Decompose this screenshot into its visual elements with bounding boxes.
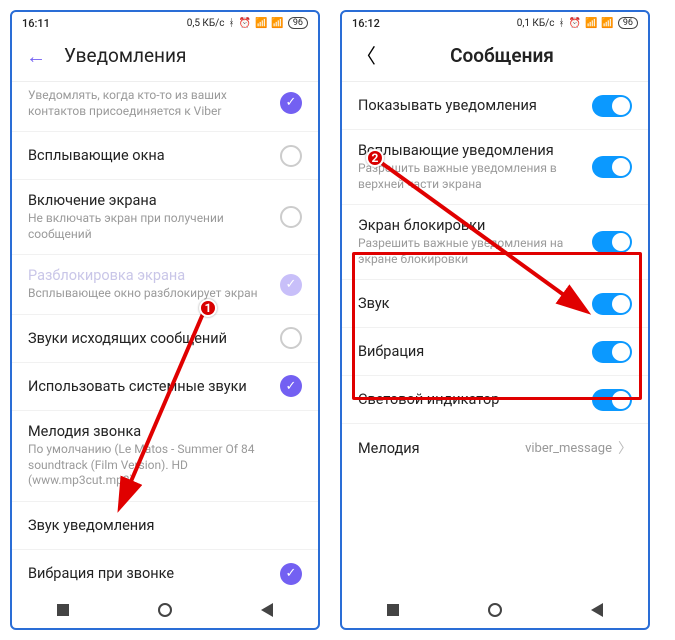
row-vibration[interactable]: Вибрация (342, 328, 648, 376)
row-sub: Не включать экран при получении сообщени… (28, 211, 270, 242)
checkbox-icon[interactable]: ✓ (280, 92, 302, 114)
row-popup-notifications[interactable]: Всплывающие уведомления Разрешить важные… (342, 130, 648, 205)
phone-left: 16:11 0,5 КБ/с ᚼ ⏰ 📶 📶 96 ← Уведомления … (10, 10, 320, 630)
settings-list: Показывать уведомления Всплывающие уведо… (342, 82, 648, 592)
row-sound[interactable]: Звук (342, 280, 648, 328)
battery-pill: 96 (288, 17, 308, 29)
checkbox-icon[interactable]: ✓ (280, 563, 302, 585)
row-melody[interactable]: Мелодия viber_message 〉 (342, 424, 648, 472)
toggle-switch[interactable] (592, 293, 632, 315)
wifi-icon: 📶 (271, 18, 283, 29)
status-time: 16:11 (22, 17, 50, 30)
row-sub: Разрешить важные уведомления на экране б… (358, 236, 582, 267)
row-title: Показывать уведомления (358, 97, 582, 114)
row-system-sounds[interactable]: Использовать системные звуки ✓ (12, 363, 318, 411)
recent-apps-icon[interactable] (387, 604, 399, 616)
row-sub: Всплывающее окно разблокирует экран (28, 286, 270, 302)
signal-icon: 📶 (255, 18, 267, 29)
checkbox-icon[interactable]: ✓ (280, 375, 302, 397)
settings-list: Уведомлять, когда кто-то из ваших контак… (12, 82, 318, 592)
toggle-switch[interactable] (592, 341, 632, 363)
status-time: 16:12 (352, 17, 380, 30)
phone-right: 16:12 0,1 КБ/с ᚼ ⏰ 📶 📶 96 〈 Сообщения По… (340, 10, 650, 630)
row-value: viber_message (525, 441, 612, 456)
toggle-switch[interactable] (592, 231, 632, 253)
home-icon[interactable] (158, 603, 172, 617)
row-notification-sound[interactable]: Звук уведомления (12, 502, 318, 550)
row-title: Включение экрана (28, 192, 270, 209)
row-title: Световой индикатор (358, 391, 582, 408)
row-title: Мелодия звонка (28, 423, 292, 440)
row-led[interactable]: Световой индикатор (342, 376, 648, 424)
row-sub: Уведомлять, когда кто-то из ваших контак… (28, 88, 270, 119)
home-icon[interactable] (488, 603, 502, 617)
row-title: Всплывающие окна (28, 147, 270, 164)
row-lockscreen[interactable]: Экран блокировки Разрешить важные уведом… (342, 205, 648, 280)
header: ← Уведомления (12, 34, 318, 82)
page-title: Уведомления (64, 44, 186, 67)
row-title: Всплывающие уведомления (358, 142, 582, 159)
row-unlock: Разблокировка экрана Всплывающее окно ра… (12, 255, 318, 315)
row-sub: По умолчанию (Le Matos - Summer Of 84 so… (28, 442, 292, 489)
header: 〈 Сообщения (342, 34, 648, 82)
back-nav-icon[interactable] (261, 603, 273, 617)
toggle-switch[interactable] (592, 156, 632, 178)
status-right: 0,5 КБ/с ᚼ ⏰ 📶 📶 96 (187, 17, 308, 29)
alarm-icon: ⏰ (569, 18, 581, 29)
row-title: Вибрация (358, 343, 582, 360)
checkbox-icon[interactable] (280, 327, 302, 349)
back-nav-icon[interactable] (591, 603, 603, 617)
row-title: Звук (358, 295, 582, 312)
alarm-icon: ⏰ (239, 18, 251, 29)
wifi-icon: 📶 (601, 18, 613, 29)
battery-pill: 96 (618, 17, 638, 29)
row-contact-joined[interactable]: Уведомлять, когда кто-то из ваших контак… (12, 82, 318, 132)
back-chevron-icon[interactable]: 〈 (356, 46, 380, 66)
recent-apps-icon[interactable] (57, 604, 69, 616)
row-title: Звуки исходящих сообщений (28, 330, 270, 347)
row-popups[interactable]: Всплывающие окна (12, 132, 318, 180)
page-title: Сообщения (394, 44, 610, 67)
row-outgoing-sounds[interactable]: Звуки исходящих сообщений (12, 315, 318, 363)
row-sub: Разрешить важные уведомления в верхней ч… (358, 161, 582, 192)
toggle-switch[interactable] (592, 95, 632, 117)
chevron-right-icon: 〉 (618, 438, 632, 458)
bluetooth-icon: ᚼ (229, 18, 235, 29)
row-title: Мелодия (358, 440, 515, 457)
status-net: 0,1 КБ/с (517, 18, 555, 29)
row-show-notifications[interactable]: Показывать уведомления (342, 82, 648, 130)
row-ringtone[interactable]: Мелодия звонка По умолчанию (Le Matos - … (12, 411, 318, 502)
row-title: Звук уведомления (28, 517, 292, 534)
checkbox-icon[interactable] (280, 206, 302, 228)
row-vibrate-call[interactable]: Вибрация при звонке ✓ (12, 550, 318, 592)
row-title: Разблокировка экрана (28, 267, 270, 284)
toggle-switch[interactable] (592, 389, 632, 411)
row-title: Экран блокировки (358, 217, 582, 234)
android-navbar (342, 592, 648, 628)
row-screen-on[interactable]: Включение экрана Не включать экран при п… (12, 180, 318, 255)
checkbox-icon[interactable] (280, 145, 302, 167)
back-arrow-icon[interactable]: ← (26, 46, 50, 66)
bluetooth-icon: ᚼ (559, 18, 565, 29)
status-net: 0,5 КБ/с (187, 18, 225, 29)
checkbox-icon: ✓ (280, 274, 302, 296)
status-right: 0,1 КБ/с ᚼ ⏰ 📶 📶 96 (517, 17, 638, 29)
android-navbar (12, 592, 318, 628)
row-title: Вибрация при звонке (28, 565, 270, 582)
status-bar: 16:11 0,5 КБ/с ᚼ ⏰ 📶 📶 96 (12, 12, 318, 34)
status-bar: 16:12 0,1 КБ/с ᚼ ⏰ 📶 📶 96 (342, 12, 648, 34)
row-title: Использовать системные звуки (28, 378, 270, 395)
signal-icon: 📶 (585, 18, 597, 29)
